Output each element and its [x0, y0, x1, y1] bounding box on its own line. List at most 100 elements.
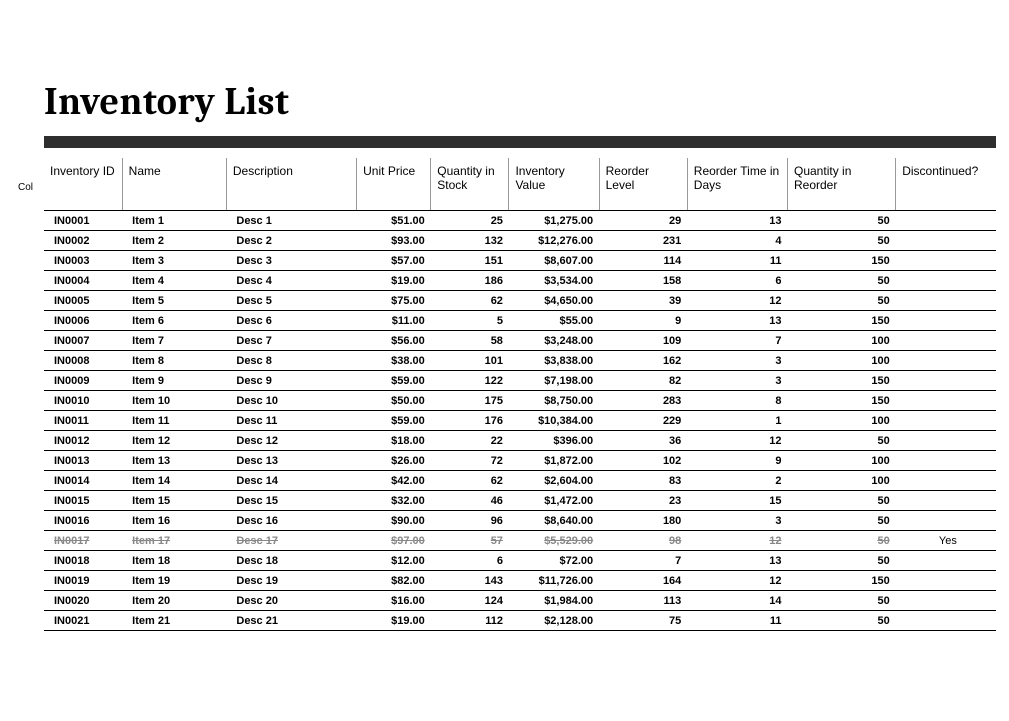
cell-reorder-time: 14: [687, 591, 787, 611]
cell-discontinued: [896, 371, 996, 391]
col-name: Name: [122, 158, 226, 211]
cell-name: Item 13: [122, 451, 226, 471]
table-row: IN0010Item 10Desc 10$50.00175$8,750.0028…: [44, 391, 996, 411]
cell-id: IN0006: [44, 311, 122, 331]
cell-price: $12.00: [357, 551, 431, 571]
cell-discontinued: [896, 411, 996, 431]
cell-value: $55.00: [509, 311, 599, 331]
cell-reorder-qty: 50: [788, 231, 896, 251]
cell-price: $19.00: [357, 611, 431, 631]
cell-id: IN0008: [44, 351, 122, 371]
cell-reorder-time: 6: [687, 271, 787, 291]
cell-name: Item 19: [122, 571, 226, 591]
cell-reorder-qty: 150: [788, 251, 896, 271]
cell-reorder-level: 9: [599, 311, 687, 331]
cell-id: IN0004: [44, 271, 122, 291]
cell-reorder-qty: 50: [788, 271, 896, 291]
table-row: IN0008Item 8Desc 8$38.00101$3,838.001623…: [44, 351, 996, 371]
cell-reorder-time: 9: [687, 451, 787, 471]
cell-discontinued: [896, 591, 996, 611]
cell-name: Item 16: [122, 511, 226, 531]
cell-id: IN0002: [44, 231, 122, 251]
cell-desc: Desc 18: [226, 551, 356, 571]
cell-id: IN0016: [44, 511, 122, 531]
cell-price: $32.00: [357, 491, 431, 511]
cell-price: $19.00: [357, 271, 431, 291]
table-header: Inventory ID Name Description Unit Price…: [44, 158, 996, 211]
cell-reorder-time: 1: [687, 411, 787, 431]
cell-reorder-qty: 150: [788, 571, 896, 591]
cell-reorder-time: 12: [687, 571, 787, 591]
cell-reorder-qty: 50: [788, 511, 896, 531]
cell-reorder-qty: 100: [788, 411, 896, 431]
cell-desc: Desc 20: [226, 591, 356, 611]
col-unit-price: Unit Price: [357, 158, 431, 211]
table-row: IN0013Item 13Desc 13$26.0072$1,872.00102…: [44, 451, 996, 471]
cell-reorder-qty: 100: [788, 471, 896, 491]
cell-reorder-time: 11: [687, 251, 787, 271]
cell-value: $10,384.00: [509, 411, 599, 431]
cell-id: IN0011: [44, 411, 122, 431]
table-row: IN0021Item 21Desc 21$19.00112$2,128.0075…: [44, 611, 996, 631]
table-row: IN0017Item 17Desc 17$97.0057$5,529.00981…: [44, 531, 996, 551]
cell-price: $59.00: [357, 411, 431, 431]
col-inventory-id: Inventory ID: [44, 158, 122, 211]
cell-reorder-level: 83: [599, 471, 687, 491]
cell-price: $93.00: [357, 231, 431, 251]
header-bar: [44, 136, 996, 148]
cell-reorder-level: 164: [599, 571, 687, 591]
col-qty-in-stock: Quantity in Stock: [431, 158, 509, 211]
cell-name: Item 20: [122, 591, 226, 611]
col-discontinued: Discontinued?: [896, 158, 996, 211]
cell-id: IN0019: [44, 571, 122, 591]
cell-name: Item 9: [122, 371, 226, 391]
cell-discontinued: [896, 311, 996, 331]
cell-id: IN0021: [44, 611, 122, 631]
cell-discontinued: [896, 571, 996, 591]
cell-reorder-level: 36: [599, 431, 687, 451]
cell-qty: 122: [431, 371, 509, 391]
cell-qty: 124: [431, 591, 509, 611]
cell-desc: Desc 12: [226, 431, 356, 451]
cell-qty: 143: [431, 571, 509, 591]
cell-qty: 132: [431, 231, 509, 251]
cell-price: $11.00: [357, 311, 431, 331]
cell-price: $57.00: [357, 251, 431, 271]
cell-price: $38.00: [357, 351, 431, 371]
cell-value: $3,534.00: [509, 271, 599, 291]
cell-desc: Desc 8: [226, 351, 356, 371]
table-row: IN0011Item 11Desc 11$59.00176$10,384.002…: [44, 411, 996, 431]
cell-value: $3,248.00: [509, 331, 599, 351]
table-row: IN0002Item 2Desc 2$93.00132$12,276.00231…: [44, 231, 996, 251]
cell-qty: 25: [431, 211, 509, 231]
table-row: IN0005Item 5Desc 5$75.0062$4,650.0039125…: [44, 291, 996, 311]
cell-reorder-level: 82: [599, 371, 687, 391]
cell-price: $90.00: [357, 511, 431, 531]
cell-discontinued: [896, 491, 996, 511]
cell-qty: 58: [431, 331, 509, 351]
table-row: IN0003Item 3Desc 3$57.00151$8,607.001141…: [44, 251, 996, 271]
cell-reorder-time: 15: [687, 491, 787, 511]
cell-price: $50.00: [357, 391, 431, 411]
cell-value: $8,607.00: [509, 251, 599, 271]
cell-value: $2,128.00: [509, 611, 599, 631]
table-row: IN0016Item 16Desc 16$90.0096$8,640.00180…: [44, 511, 996, 531]
cell-reorder-time: 12: [687, 531, 787, 551]
table-row: IN0006Item 6Desc 6$11.005$55.00913150: [44, 311, 996, 331]
cell-price: $51.00: [357, 211, 431, 231]
cell-name: Item 3: [122, 251, 226, 271]
cell-reorder-qty: 150: [788, 391, 896, 411]
cell-id: IN0012: [44, 431, 122, 451]
cell-reorder-qty: 50: [788, 611, 896, 631]
cell-discontinued: [896, 211, 996, 231]
page: Inventory List Col Inventory ID Name Des…: [0, 0, 1009, 631]
cell-id: IN0017: [44, 531, 122, 551]
cell-id: IN0013: [44, 451, 122, 471]
cell-reorder-level: 39: [599, 291, 687, 311]
cell-desc: Desc 10: [226, 391, 356, 411]
cell-value: $1,472.00: [509, 491, 599, 511]
cell-name: Item 1: [122, 211, 226, 231]
cell-desc: Desc 13: [226, 451, 356, 471]
cell-reorder-time: 13: [687, 211, 787, 231]
cell-reorder-level: 98: [599, 531, 687, 551]
